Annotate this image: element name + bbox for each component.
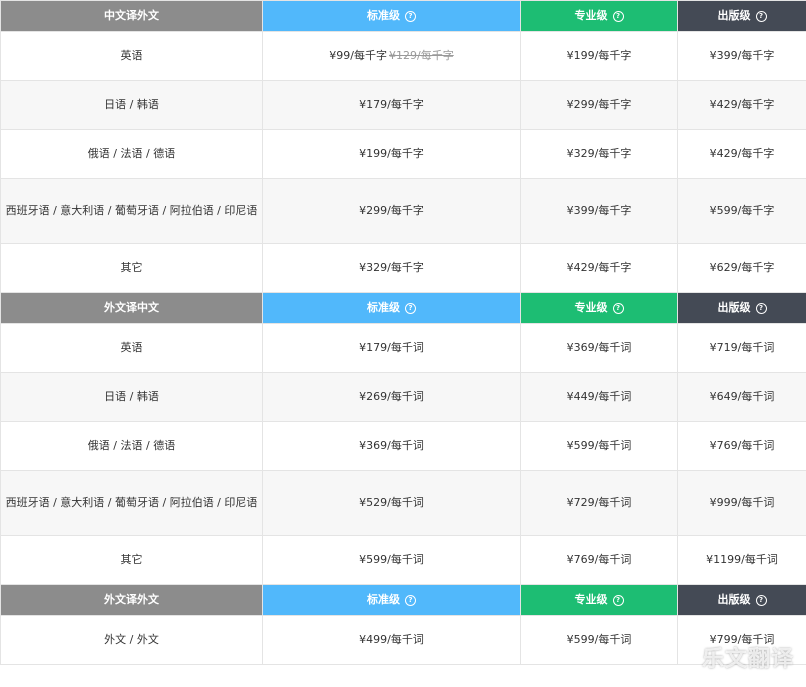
professional-price-cell: ¥429/每千字 bbox=[520, 243, 678, 293]
price-row: 俄语 / 法语 / 德语 ¥199/每千字 ¥329/每千字 ¥429/每千字 bbox=[0, 129, 806, 179]
professional-price-cell: ¥199/每千字 bbox=[520, 31, 678, 81]
language-cell: 外文 / 外文 bbox=[0, 615, 263, 665]
original-price: ¥129/每千字 bbox=[389, 49, 454, 62]
category-label: 中文译外文 bbox=[104, 9, 159, 22]
language-cell: 日语 / 韩语 bbox=[0, 80, 263, 130]
section-header: 外文译中文 标准级? 专业级? 出版级? bbox=[0, 292, 806, 324]
language-cell: 英语 bbox=[0, 31, 263, 81]
standard-price-cell: ¥499/每千词 bbox=[262, 615, 521, 665]
price-row: 其它 ¥329/每千字 ¥429/每千字 ¥629/每千字 bbox=[0, 243, 806, 293]
standard-price-cell: ¥199/每千字 bbox=[262, 129, 521, 179]
language-cell: 英语 bbox=[0, 323, 263, 373]
professional-price-cell: ¥369/每千词 bbox=[520, 323, 678, 373]
pricing-table: 中文译外文 标准级? 专业级? 出版级? 英语 ¥99/每千字 ¥129/每千字 … bbox=[0, 0, 806, 665]
language-cell: 其它 bbox=[0, 535, 263, 585]
standard-tier-header: 标准级? bbox=[262, 0, 521, 32]
price-row: 日语 / 韩语 ¥179/每千字 ¥299/每千字 ¥429/每千字 bbox=[0, 80, 806, 130]
standard-tier-header: 标准级? bbox=[262, 292, 521, 324]
price-row: 英语 ¥99/每千字 ¥129/每千字 ¥199/每千字 ¥399/每千字 bbox=[0, 31, 806, 81]
tier-label: 标准级 bbox=[367, 593, 400, 606]
professional-price-cell: ¥449/每千词 bbox=[520, 372, 678, 422]
price-row: 俄语 / 法语 / 德语 ¥369/每千词 ¥599/每千词 ¥769/每千词 bbox=[0, 421, 806, 471]
publishing-price-cell: ¥649/每千词 bbox=[677, 372, 806, 422]
professional-price-cell: ¥299/每千字 bbox=[520, 80, 678, 130]
help-icon[interactable]: ? bbox=[612, 595, 624, 606]
publishing-tier-header: 出版级? bbox=[677, 584, 806, 616]
publishing-price-cell: ¥719/每千词 bbox=[677, 323, 806, 373]
publishing-tier-header: 出版级? bbox=[677, 292, 806, 324]
publishing-price-cell: ¥429/每千字 bbox=[677, 129, 806, 179]
publishing-price-cell: ¥399/每千字 bbox=[677, 31, 806, 81]
help-icon[interactable]: ? bbox=[405, 303, 416, 314]
tier-label: 专业级 bbox=[574, 593, 608, 606]
standard-price-cell: ¥369/每千词 bbox=[262, 421, 521, 471]
standard-price-cell: ¥529/每千词 bbox=[262, 470, 521, 536]
help-icon[interactable]: ? bbox=[755, 303, 767, 314]
publishing-price-cell: ¥629/每千字 bbox=[677, 243, 806, 293]
tier-label: 专业级 bbox=[574, 9, 608, 22]
standard-tier-header: 标准级? bbox=[262, 584, 521, 616]
publishing-price-cell: ¥599/每千字 bbox=[677, 178, 806, 244]
publishing-tier-header: 出版级? bbox=[677, 0, 806, 32]
pricing-table-body: 中文译外文 标准级? 专业级? 出版级? 英语 ¥99/每千字 ¥129/每千字 … bbox=[0, 0, 806, 665]
price-row: 日语 / 韩语 ¥269/每千词 ¥449/每千词 ¥649/每千词 bbox=[0, 372, 806, 422]
language-cell: 西班牙语 / 意大利语 / 葡萄牙语 / 阿拉伯语 / 印尼语 bbox=[0, 178, 263, 244]
help-icon[interactable]: ? bbox=[405, 11, 416, 22]
section-header: 外文译外文 标准级? 专业级? 出版级? bbox=[0, 584, 806, 616]
price-row: 西班牙语 / 意大利语 / 葡萄牙语 / 阿拉伯语 / 印尼语 ¥299/每千字… bbox=[0, 178, 806, 244]
publishing-price-cell: ¥769/每千词 bbox=[677, 421, 806, 471]
standard-price-cell: ¥269/每千词 bbox=[262, 372, 521, 422]
price-row: 西班牙语 / 意大利语 / 葡萄牙语 / 阿拉伯语 / 印尼语 ¥529/每千词… bbox=[0, 470, 806, 536]
standard-price: ¥99/每千字 bbox=[329, 49, 387, 62]
standard-price-cell: ¥179/每千词 bbox=[262, 323, 521, 373]
tier-label: 标准级 bbox=[367, 9, 400, 22]
professional-price-cell: ¥729/每千词 bbox=[520, 470, 678, 536]
language-cell: 俄语 / 法语 / 德语 bbox=[0, 129, 263, 179]
language-cell: 俄语 / 法语 / 德语 bbox=[0, 421, 263, 471]
price-row: 其它 ¥599/每千词 ¥769/每千词 ¥1199/每千词 bbox=[0, 535, 806, 585]
price-row: 外文 / 外文 ¥499/每千词 ¥599/每千词 ¥799/每千词 bbox=[0, 615, 806, 665]
help-icon[interactable]: ? bbox=[612, 303, 624, 314]
price-row: 英语 ¥179/每千词 ¥369/每千词 ¥719/每千词 bbox=[0, 323, 806, 373]
help-icon[interactable]: ? bbox=[612, 11, 624, 22]
help-icon[interactable]: ? bbox=[755, 595, 767, 606]
professional-tier-header: 专业级? bbox=[520, 292, 678, 324]
publishing-price-cell: ¥999/每千词 bbox=[677, 470, 806, 536]
language-cell: 其它 bbox=[0, 243, 263, 293]
publishing-price-cell: ¥429/每千字 bbox=[677, 80, 806, 130]
tier-label: 出版级 bbox=[717, 301, 751, 314]
professional-price-cell: ¥399/每千字 bbox=[520, 178, 678, 244]
category-header: 中文译外文 bbox=[0, 0, 263, 32]
professional-tier-header: 专业级? bbox=[520, 0, 678, 32]
category-label: 外文译中文 bbox=[104, 301, 159, 314]
standard-price-cell: ¥299/每千字 bbox=[262, 178, 521, 244]
category-label: 外文译外文 bbox=[104, 593, 159, 606]
standard-price-cell: ¥99/每千字 ¥129/每千字 bbox=[262, 31, 521, 81]
standard-price-cell: ¥179/每千字 bbox=[262, 80, 521, 130]
category-header: 外文译外文 bbox=[0, 584, 263, 616]
standard-price-cell: ¥329/每千字 bbox=[262, 243, 521, 293]
section-header: 中文译外文 标准级? 专业级? 出版级? bbox=[0, 0, 806, 32]
standard-price-cell: ¥599/每千词 bbox=[262, 535, 521, 585]
tier-label: 标准级 bbox=[367, 301, 400, 314]
professional-tier-header: 专业级? bbox=[520, 584, 678, 616]
professional-price-cell: ¥769/每千词 bbox=[520, 535, 678, 585]
language-cell: 西班牙语 / 意大利语 / 葡萄牙语 / 阿拉伯语 / 印尼语 bbox=[0, 470, 263, 536]
professional-price-cell: ¥599/每千词 bbox=[520, 615, 678, 665]
watermark-logo: 乐文翻译 bbox=[701, 647, 794, 672]
language-cell: 日语 / 韩语 bbox=[0, 372, 263, 422]
tier-label: 出版级 bbox=[717, 9, 751, 22]
tier-label: 出版级 bbox=[717, 593, 751, 606]
help-icon[interactable]: ? bbox=[755, 11, 767, 22]
help-icon[interactable]: ? bbox=[405, 595, 416, 606]
tier-label: 专业级 bbox=[574, 301, 608, 314]
professional-price-cell: ¥329/每千字 bbox=[520, 129, 678, 179]
professional-price-cell: ¥599/每千词 bbox=[520, 421, 678, 471]
publishing-price-cell: ¥1199/每千词 bbox=[677, 535, 806, 585]
category-header: 外文译中文 bbox=[0, 292, 263, 324]
